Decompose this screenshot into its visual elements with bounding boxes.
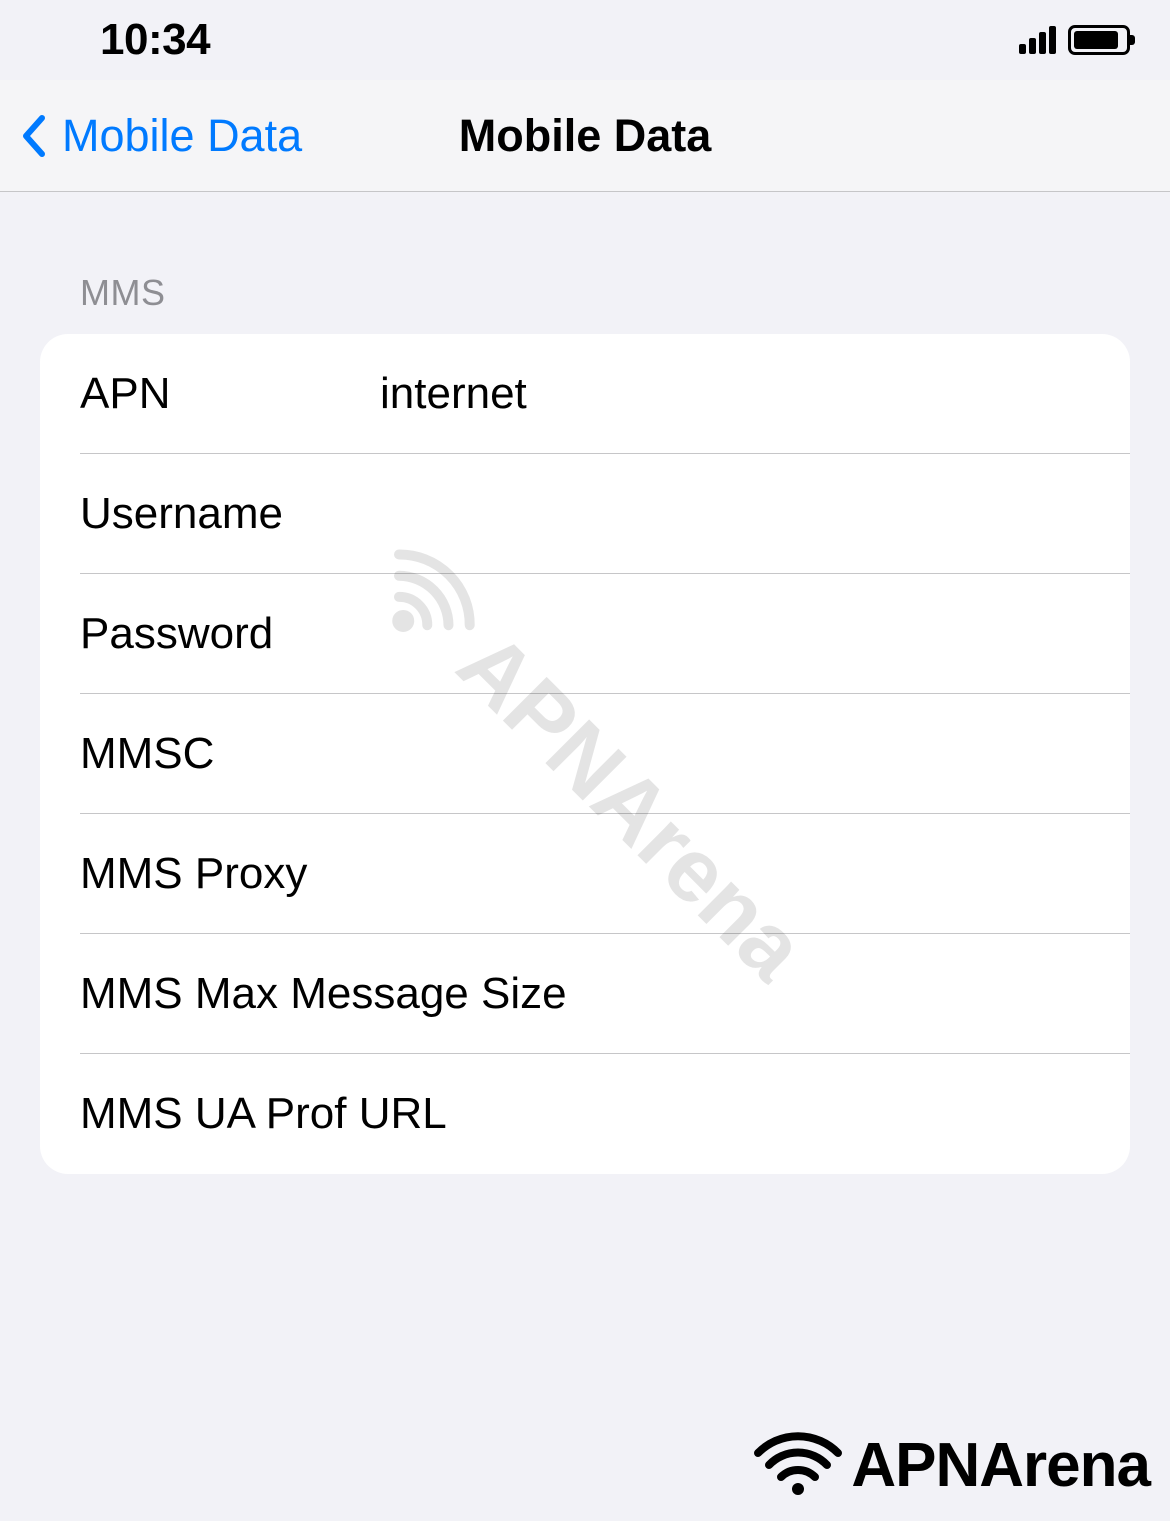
nav-bar: Mobile Data Mobile Data [0,80,1170,192]
mms-max-size-row[interactable]: MMS Max Message Size [40,934,1130,1054]
page-title: Mobile Data [459,110,712,162]
apn-label: APN [80,369,380,419]
mmsc-field[interactable] [380,729,1090,779]
wifi-icon [753,1431,843,1501]
status-indicators [1019,25,1130,55]
mms-ua-prof-label: MMS UA Prof URL [80,1089,447,1139]
mms-proxy-row[interactable]: MMS Proxy [40,814,1130,934]
content-area: MMS APN Username Password MMSC MMS Proxy [0,192,1170,1174]
footer-text: APNArena [851,1430,1150,1501]
username-row[interactable]: Username [40,454,1130,574]
back-label: Mobile Data [62,110,302,162]
cellular-signal-icon [1019,26,1056,54]
back-button[interactable]: Mobile Data [0,110,302,162]
mmsc-label: MMSC [80,729,380,779]
apn-field[interactable] [380,369,1090,419]
mms-max-size-label: MMS Max Message Size [80,969,567,1019]
mms-max-size-field[interactable] [567,969,1130,1019]
mms-proxy-label: MMS Proxy [80,849,380,899]
footer-logo: APNArena [753,1430,1150,1501]
battery-icon [1068,25,1130,55]
settings-group: APN Username Password MMSC MMS Proxy MMS… [40,334,1130,1174]
password-label: Password [80,609,380,659]
apn-row[interactable]: APN [40,334,1130,454]
status-time: 10:34 [100,15,210,65]
mms-ua-prof-field[interactable] [447,1089,1090,1139]
username-label: Username [80,489,380,539]
mms-ua-prof-row[interactable]: MMS UA Prof URL [40,1054,1130,1174]
chevron-left-icon [20,114,46,158]
mmsc-row[interactable]: MMSC [40,694,1130,814]
mms-proxy-field[interactable] [380,849,1090,899]
username-field[interactable] [380,489,1090,539]
section-header-mms: MMS [40,192,1130,334]
status-bar: 10:34 [0,0,1170,80]
password-field[interactable] [380,609,1090,659]
password-row[interactable]: Password [40,574,1130,694]
